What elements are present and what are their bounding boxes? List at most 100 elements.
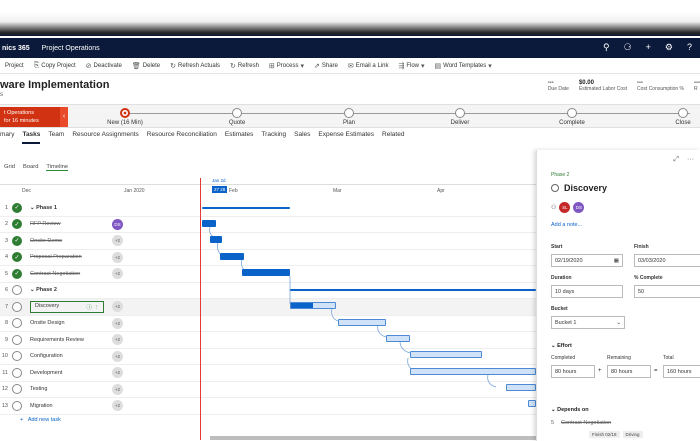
assignee-avatar[interactable]: +2 — [112, 235, 123, 247]
cmd-flow[interactable]: ⇶ Flow ▾ — [393, 62, 429, 70]
stage-plan[interactable]: Plan — [319, 108, 379, 126]
cmd-process[interactable]: ⊞ Process ▾ — [264, 62, 309, 70]
tab-expense-estimates[interactable]: Expense Estimates — [318, 130, 374, 144]
task-name[interactable]: Requirements Review — [30, 337, 84, 343]
settings-icon[interactable]: ⚙ — [665, 42, 673, 53]
gantt-bar-testing[interactable] — [506, 384, 536, 391]
task-name-box[interactable]: Discovery ⓘ ⋮ — [30, 300, 104, 313]
empty-circle-icon[interactable] — [12, 367, 22, 378]
stage-complete[interactable]: Complete — [542, 108, 602, 126]
task-name[interactable]: Onsite Design — [30, 320, 65, 326]
assignee-avatar[interactable]: +2 — [112, 383, 123, 395]
stage-quote[interactable]: Quote — [207, 108, 267, 126]
cmd-delete[interactable]: 🗑 Delete — [127, 62, 165, 70]
task-name[interactable]: ⌄ Phase 1 — [30, 205, 57, 211]
bucket-select[interactable]: Bucket 1 ⌄ — [551, 316, 625, 329]
horizontal-scrollbar[interactable] — [210, 436, 536, 440]
assignee-avatar[interactable]: +2 — [112, 251, 123, 263]
app-name[interactable]: nics 365 — [0, 45, 30, 52]
cmd-refresh[interactable]: ↻ Refresh — [225, 62, 264, 70]
gantt-bar-onsite-demo[interactable] — [210, 236, 222, 243]
cmd-email-link[interactable]: ✉ Email a Link — [343, 62, 394, 70]
help-icon[interactable]: ? — [687, 42, 692, 53]
task-name[interactable]: Testing — [30, 386, 47, 392]
gantt-bar-contract-negotiation[interactable] — [242, 269, 290, 276]
view-timeline[interactable]: Timeline — [46, 164, 69, 171]
expand-icon[interactable]: ⤢ — [673, 156, 679, 164]
gantt-bar-configuration[interactable] — [410, 351, 482, 358]
check-circle-icon[interactable]: ✓ — [12, 268, 22, 279]
check-circle-icon[interactable]: ✓ — [12, 252, 22, 263]
add-note-link[interactable]: Add a note... — [551, 222, 582, 228]
stage-deliver[interactable]: Deliver — [430, 108, 490, 126]
duration-field[interactable]: 10 days — [551, 285, 623, 298]
empty-circle-icon[interactable] — [12, 318, 22, 329]
stage-close[interactable]: Close — [653, 108, 700, 126]
assignee-avatar[interactable]: DS — [112, 218, 123, 230]
assignee-avatar[interactable]: +2 — [112, 350, 123, 362]
gantt-bar-rfp-review[interactable] — [202, 220, 216, 227]
percent-complete-field[interactable]: 50 — [634, 285, 700, 298]
gantt-bar-discovery[interactable] — [290, 302, 336, 309]
area-name[interactable]: Project Operations — [42, 45, 100, 52]
start-date-field[interactable]: 02/19/2020 ▦ — [551, 254, 623, 267]
assignee-avatar[interactable]: +2 — [112, 268, 123, 280]
finish-date-field[interactable]: 03/03/2020 — [634, 254, 700, 267]
stage-new[interactable]: New (16 Min) — [95, 108, 155, 126]
gantt-bar-phase-1[interactable] — [202, 207, 290, 209]
filter-icon[interactable]: ⚆ — [624, 42, 632, 53]
empty-circle-icon[interactable] — [12, 400, 22, 411]
assignee-avatar[interactable]: +2 — [112, 301, 123, 313]
cmd-share[interactable]: ⇗ Share — [309, 62, 343, 70]
assignee-avatar[interactable]: +2 — [112, 400, 123, 412]
task-name[interactable]: RFP Review — [30, 221, 60, 227]
remaining-hours-field[interactable]: 80 hours — [607, 365, 651, 378]
cmd-copy-project[interactable]: ⎘ Copy Project — [29, 62, 81, 70]
plus-icon[interactable]: + — [646, 42, 651, 53]
task-name[interactable]: Discovery ⓘ ⋮ — [30, 300, 104, 313]
task-name[interactable]: Development — [30, 370, 62, 376]
tab-tasks[interactable]: Tasks — [22, 130, 41, 144]
empty-circle-icon[interactable] — [12, 301, 22, 312]
dependency-item[interactable]: 5 Contract Negotiation — [551, 420, 611, 426]
tab-related[interactable]: Related — [382, 130, 404, 144]
avatar[interactable]: DS — [573, 202, 585, 213]
completed-hours-field[interactable]: 80 hours — [551, 365, 595, 378]
empty-circle-icon[interactable] — [12, 351, 22, 362]
gantt-bar-proposal-preparation[interactable] — [220, 253, 244, 260]
tab-summary[interactable]: mary — [0, 130, 14, 144]
tab-tracking[interactable]: Tracking — [261, 130, 286, 144]
assignee-avatar[interactable]: +2 — [112, 367, 123, 379]
gantt-bar-phase-2[interactable] — [290, 289, 536, 291]
total-hours-field[interactable]: 160 hours — [663, 365, 700, 378]
task-name[interactable]: Proposal Preparation — [30, 254, 82, 260]
person-icon[interactable]: ⚇ — [551, 204, 556, 211]
task-name[interactable]: Migration — [30, 403, 53, 409]
chevron-left-icon[interactable]: ‹ — [60, 107, 68, 127]
tab-resource-assignments[interactable]: Resource Assignments — [72, 130, 138, 144]
cmd-word-templates[interactable]: ▤ Word Templates ▾ — [430, 62, 497, 70]
cmd-new-project[interactable]: Project — [0, 63, 29, 69]
tab-team[interactable]: Team — [48, 130, 64, 144]
assignee-avatar[interactable]: +2 — [112, 334, 123, 346]
task-name[interactable]: Onsite Demo — [30, 238, 62, 244]
empty-circle-icon[interactable] — [12, 285, 22, 296]
gantt-bar-migration[interactable] — [528, 400, 536, 407]
gantt-bar-requirements-review[interactable] — [386, 335, 410, 342]
info-icon[interactable]: ⓘ ⋮ — [86, 303, 99, 311]
add-task-button[interactable]: + Add new task — [20, 417, 61, 423]
cmd-deactivate[interactable]: ⊘ Deactivate — [81, 62, 127, 70]
check-circle-icon[interactable]: ✓ — [12, 219, 22, 230]
empty-circle-icon[interactable] — [12, 334, 22, 345]
task-name[interactable]: Contract Negotiation — [30, 271, 80, 277]
cmd-refresh-actuals[interactable]: ↻ Refresh Actuals — [165, 62, 225, 70]
status-circle-icon[interactable] — [551, 184, 559, 192]
assignee-avatar[interactable]: +2 — [112, 317, 123, 329]
view-board[interactable]: Board — [23, 164, 38, 171]
effort-section[interactable]: ⌄ Effort — [551, 343, 572, 349]
task-name[interactable]: ⌄ Phase 2 — [30, 287, 57, 293]
gantt-bar-development[interactable] — [410, 368, 536, 375]
view-grid[interactable]: Grid — [4, 164, 15, 171]
empty-circle-icon[interactable] — [12, 384, 22, 395]
tab-sales[interactable]: Sales — [294, 130, 310, 144]
